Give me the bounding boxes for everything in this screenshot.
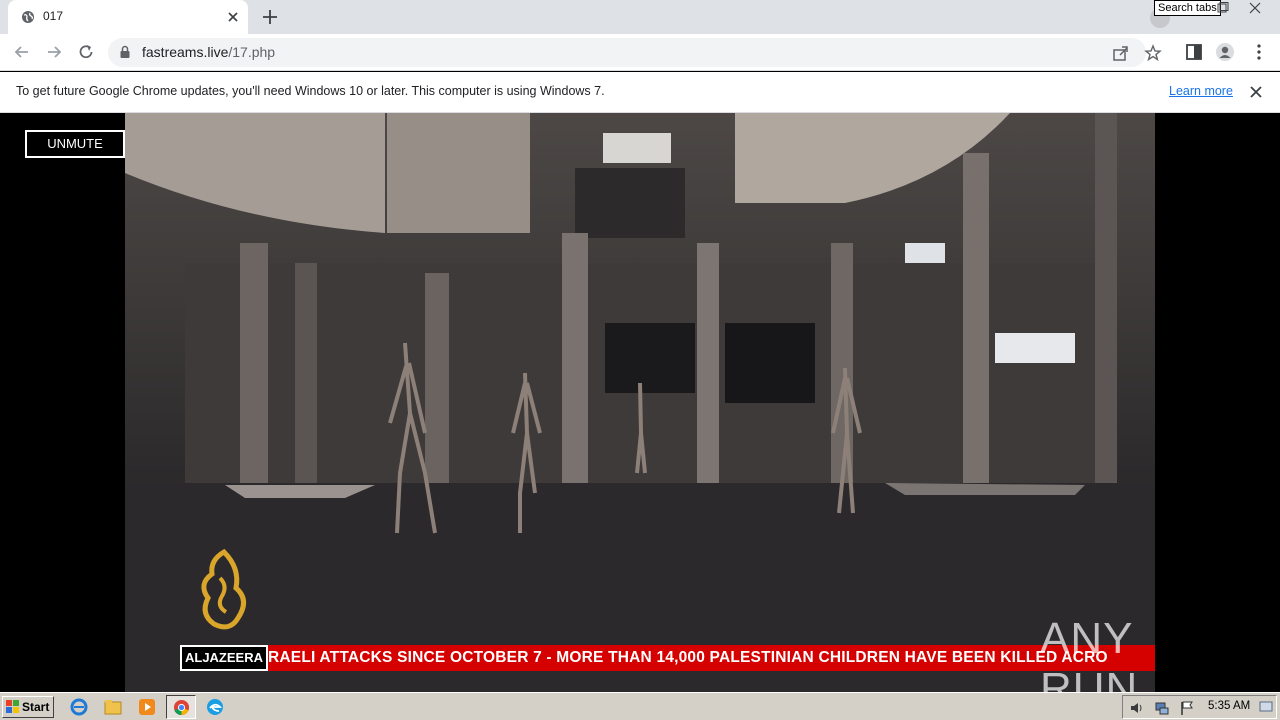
- new-tab-icon[interactable]: [261, 8, 279, 26]
- edge-icon[interactable]: [206, 698, 224, 716]
- side-panel-icon[interactable]: [1184, 42, 1204, 62]
- search-tabs-tooltip: Search tabs: [1154, 0, 1221, 16]
- ticker-text: RAELI ATTACKS SINCE OCTOBER 7 - MORE THA…: [268, 649, 1108, 666]
- internet-explorer-icon[interactable]: [70, 698, 88, 716]
- profile-avatar-icon[interactable]: [1215, 42, 1235, 62]
- reload-icon[interactable]: [76, 42, 96, 62]
- close-window-icon[interactable]: [1236, 0, 1274, 16]
- url-text: fastreams.live/17.php: [142, 44, 275, 60]
- news-ticker: RAELI ATTACKS SINCE OCTOBER 7 - MORE THA…: [180, 645, 1155, 671]
- anyrun-watermark: ANY RUN: [1040, 608, 1235, 713]
- browser-toolbar: fastreams.live/17.php: [0, 34, 1280, 71]
- globe-icon: [22, 11, 34, 23]
- video-frame-scene: [125, 113, 1155, 692]
- chrome-icon: [173, 699, 190, 716]
- tab-strip: 017 Search tabs: [0, 0, 1280, 34]
- start-label: Start: [22, 700, 50, 714]
- restore-window-icon[interactable]: [1212, 2, 1232, 16]
- forward-icon[interactable]: [44, 42, 64, 62]
- close-tab-icon[interactable]: [225, 9, 241, 25]
- url-path: /17.php: [228, 44, 276, 60]
- tab-title: 017: [43, 9, 64, 23]
- windows-flag-icon: [6, 700, 19, 713]
- aljazeera-logo: [201, 548, 246, 630]
- browser-tab[interactable]: 017: [8, 0, 248, 34]
- system-tray: 5:35 AM: [1122, 695, 1277, 719]
- channel-label: ALJAZEERA: [180, 645, 268, 671]
- learn-more-link[interactable]: Learn more: [1169, 84, 1233, 98]
- action-center-flag-icon[interactable]: [1179, 700, 1195, 716]
- lock-icon[interactable]: [118, 45, 132, 59]
- video-player[interactable]: [125, 113, 1155, 692]
- unmute-button[interactable]: UNMUTE: [25, 130, 125, 158]
- close-infobar-icon[interactable]: [1248, 84, 1264, 100]
- page-content: UNMUTE RAELI ATTACKS SINCE OCTOBER 7 - M…: [0, 113, 1280, 713]
- volume-icon[interactable]: [1129, 700, 1145, 716]
- bookmark-star-icon[interactable]: [1144, 44, 1162, 62]
- chrome-taskbar-button[interactable]: [166, 695, 196, 719]
- taskbar-clock[interactable]: 5:35 AM: [1208, 700, 1250, 712]
- start-button[interactable]: Start: [2, 696, 54, 718]
- windows-taskbar: Start 5:35 AM: [0, 692, 1280, 720]
- share-icon[interactable]: [1112, 44, 1130, 62]
- network-icon[interactable]: [1154, 700, 1170, 716]
- media-player-icon[interactable]: [138, 698, 156, 716]
- file-explorer-icon[interactable]: [104, 698, 122, 716]
- address-bar[interactable]: fastreams.live/17.php: [108, 38, 1162, 67]
- menu-kebab-icon[interactable]: [1249, 42, 1269, 62]
- show-desktop-icon[interactable]: [1259, 700, 1273, 714]
- url-host: fastreams.live: [142, 44, 229, 60]
- update-infobar: To get future Google Chrome updates, you…: [0, 72, 1280, 113]
- back-icon[interactable]: [12, 42, 32, 62]
- infobar-message: To get future Google Chrome updates, you…: [16, 84, 605, 98]
